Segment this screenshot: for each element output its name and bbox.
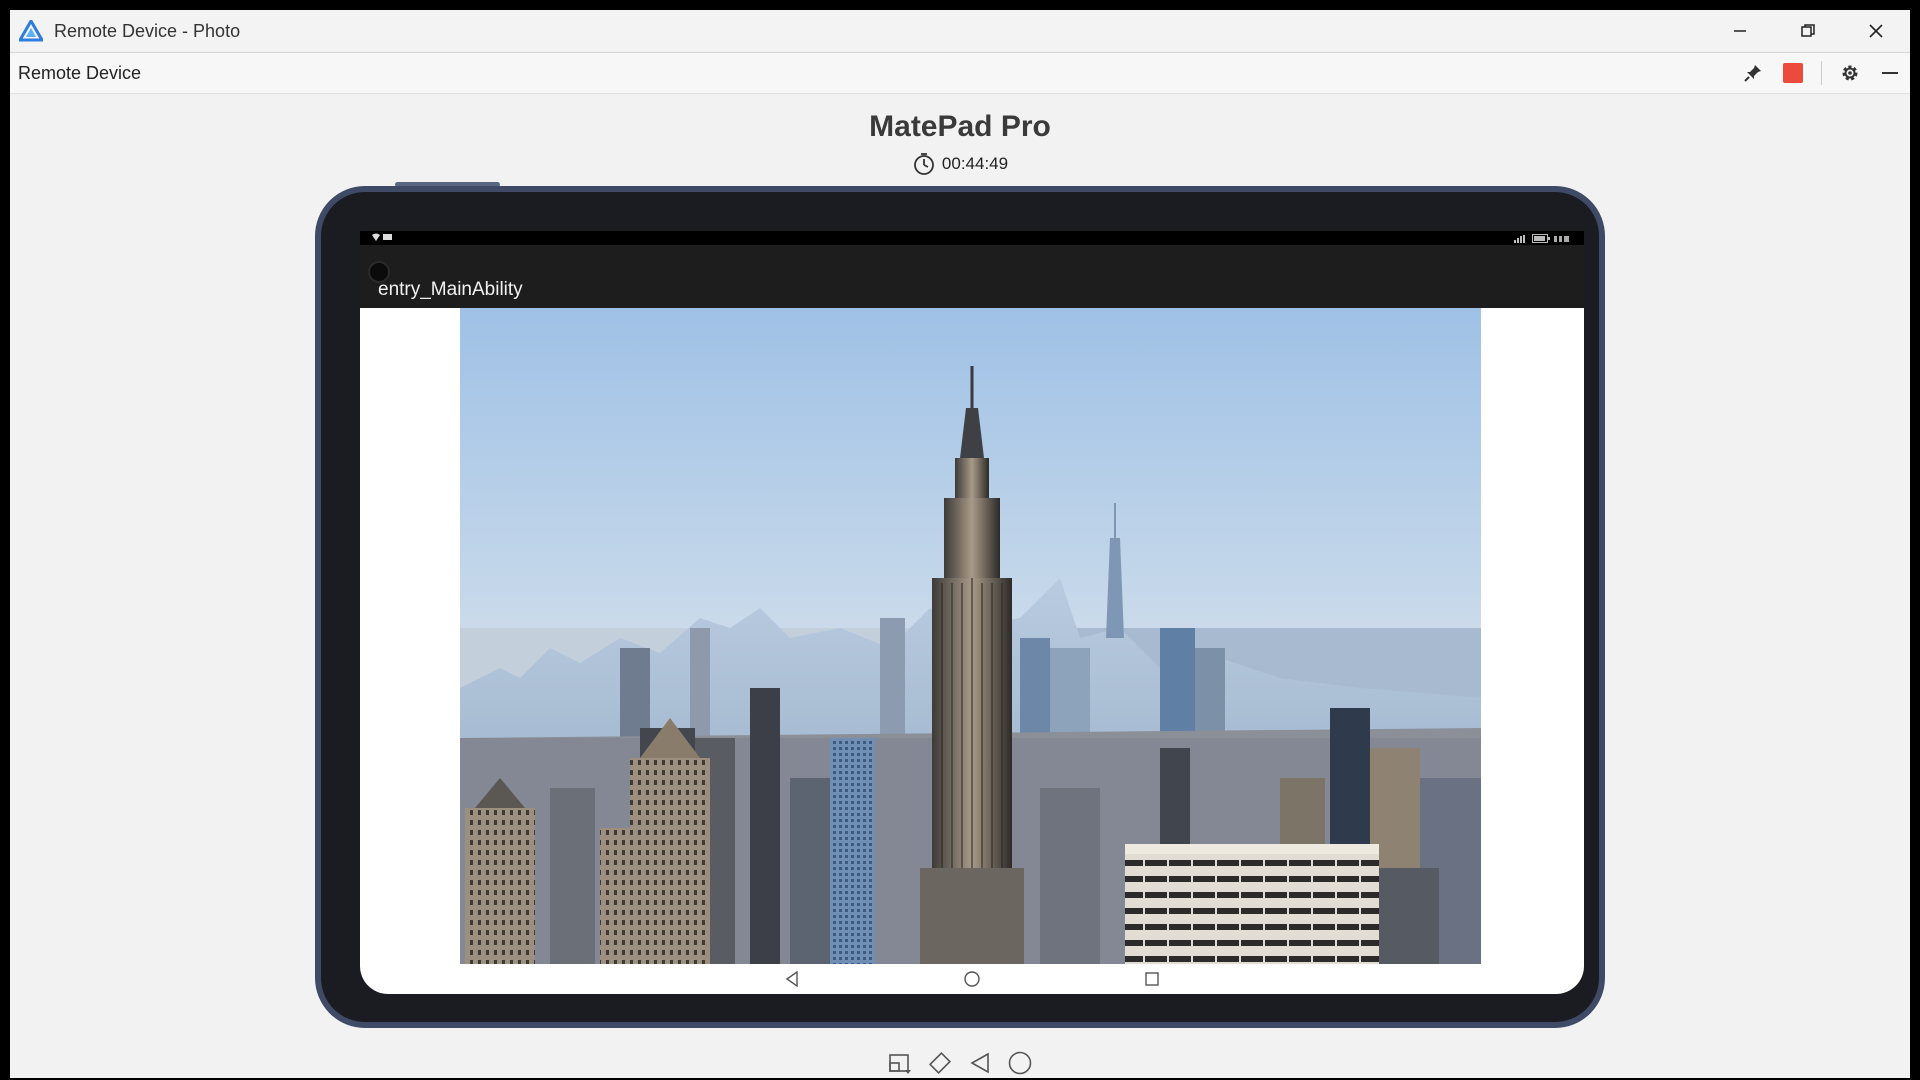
title-bar: Remote Device - Photo [10, 10, 1910, 53]
panel-title: Remote Device [18, 62, 142, 83]
pin-icon [1744, 65, 1761, 82]
app-logo-icon [18, 18, 44, 44]
message-icon [383, 234, 392, 240]
device-name: MatePad Pro [869, 110, 1051, 143]
window-title: Remote Device - Photo [54, 20, 241, 41]
pin-button[interactable] [1741, 61, 1765, 85]
panel-header: Remote Device [10, 53, 1910, 94]
close-icon [1869, 24, 1883, 38]
stop-icon [1783, 63, 1803, 83]
session-timer: 00:44:49 [10, 152, 1910, 176]
home-button[interactable] [1007, 1050, 1033, 1076]
restore-icon [1801, 24, 1815, 37]
close-button[interactable] [1842, 10, 1910, 52]
device-back-button[interactable] [782, 969, 802, 989]
panel-toolbar [1741, 53, 1902, 93]
back-icon [785, 971, 798, 987]
screenshot-icon [889, 1054, 911, 1074]
screenshot-button[interactable] [887, 1050, 913, 1076]
home-icon [1008, 1051, 1032, 1075]
settings-button[interactable] [1838, 61, 1862, 85]
timer-icon [914, 153, 934, 175]
minimize-button[interactable] [1706, 10, 1774, 52]
device-status-bar [360, 231, 1584, 245]
toolbar-divider [1821, 61, 1822, 85]
device-nav-bar [360, 964, 1584, 994]
home-icon [964, 971, 980, 987]
rotate-button[interactable] [927, 1050, 953, 1076]
device-recents-button[interactable] [1142, 969, 1162, 989]
back-button[interactable] [967, 1050, 993, 1076]
wifi-icon [372, 233, 380, 241]
gear-icon [1842, 65, 1858, 81]
rotate-icon [928, 1051, 952, 1075]
minimize-panel-icon [1882, 72, 1898, 74]
device-screen[interactable]: entry_MainAbility [360, 231, 1584, 994]
city-skyline-photo[interactable] [460, 308, 1481, 964]
back-icon [970, 1052, 989, 1074]
recents-icon [1145, 972, 1159, 986]
minimize-panel-button[interactable] [1878, 61, 1902, 85]
elapsed-time: 00:44:49 [941, 154, 1009, 173]
notification-icons [372, 233, 392, 242]
system-status-icons [1514, 234, 1570, 243]
clock-icon [1554, 235, 1569, 242]
restore-button[interactable] [1774, 10, 1842, 52]
device-home-button[interactable] [962, 969, 982, 989]
device-control-toolbar [10, 1050, 1910, 1076]
battery-icon [1532, 234, 1550, 243]
remote-device-window: Remote Device - Photo Remote Device Mate… [10, 10, 1910, 1078]
window-controls [1706, 10, 1910, 52]
minimize-icon [1734, 30, 1746, 32]
signal-icon [1514, 234, 1525, 243]
stop-button[interactable] [1781, 61, 1805, 85]
app-title: entry_MainAbility [378, 279, 523, 300]
app-title-bar: entry_MainAbility [360, 245, 1584, 308]
